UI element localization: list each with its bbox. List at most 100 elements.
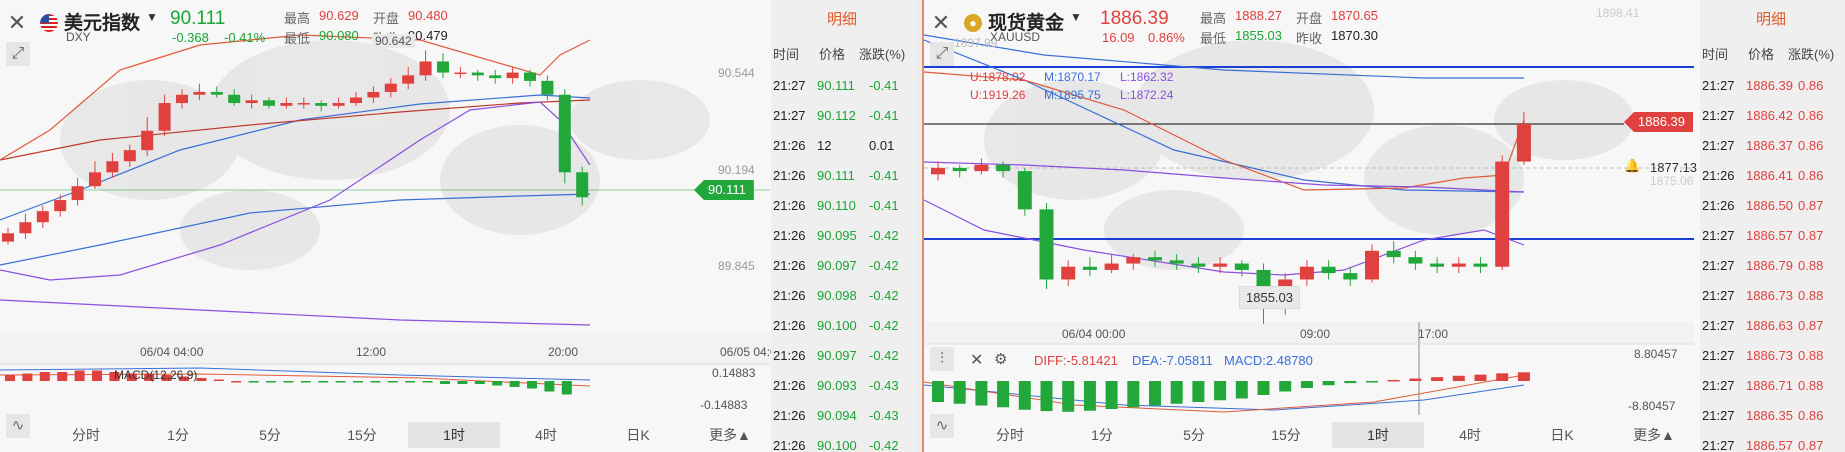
tick-price: 1886.35: [1746, 408, 1793, 423]
indicator-switch-icon[interactable]: ∿: [930, 414, 954, 438]
dxy-candle-body: [471, 72, 484, 76]
col-price: 价格: [819, 47, 846, 62]
col-pct: 涨跌(%): [1788, 47, 1835, 62]
gold-candle-body: [1343, 273, 1358, 280]
tick-price: 90.095: [817, 228, 857, 243]
macd-label[interactable]: MACD(12,26,9): [114, 368, 197, 382]
tab-4hour[interactable]: 4时: [1424, 422, 1516, 448]
gold-macd-bar: [1387, 379, 1400, 382]
tab-4hour[interactable]: 4时: [500, 422, 592, 448]
dxy-candle-body: [141, 130, 154, 151]
gold-candle-body: [1516, 124, 1531, 162]
close-indicator-icon[interactable]: ✕: [970, 350, 983, 370]
tab-1hour[interactable]: 1时: [408, 422, 500, 448]
gold-chart-svg[interactable]: [924, 0, 1694, 452]
tick-price: 1886.37: [1746, 138, 1793, 153]
tick-row: 21:26 90.094 -0.43: [771, 408, 918, 438]
tick-pct: -0.43: [869, 378, 899, 393]
col-time: 时间: [1702, 47, 1729, 62]
tick-time: 21:27: [1702, 288, 1735, 303]
tick-row: 21:27 1886.42 0.86: [1700, 108, 1845, 138]
tab-details[interactable]: 明细: [827, 8, 857, 29]
dxy-macd-bar: [231, 381, 242, 383]
open-label: 开盘: [373, 11, 400, 26]
dea-line: [0, 367, 591, 381]
indicator-settings-icon[interactable]: ⫶: [930, 347, 954, 371]
high-value: 1888.27: [1235, 8, 1282, 23]
tab-details[interactable]: 明细: [1756, 8, 1786, 29]
gold-macd-bar: [1431, 377, 1444, 381]
tab-timeshare[interactable]: 分时: [964, 422, 1056, 448]
dxy-candle-body: [106, 161, 119, 173]
dxy-macd-bar: [57, 372, 68, 381]
tick-row: 21:26 90.098 -0.42: [771, 288, 918, 318]
dxy-chart-svg[interactable]: [0, 0, 770, 452]
tick-row: 21:26 90.100 -0.42: [771, 318, 918, 348]
tick-price: 90.097: [817, 258, 857, 273]
dxy-candle-body: [367, 91, 380, 98]
gold-macd-bar: [953, 381, 966, 404]
tick-pct: -0.41: [869, 198, 899, 213]
macd-value: MACD:2.48780: [1224, 353, 1313, 368]
dxy-candle-body: [332, 103, 345, 106]
tab-1hour[interactable]: 1时: [1332, 422, 1424, 448]
tick-row: 21:27 1886.73 0.88: [1700, 348, 1845, 378]
tick-pct: 0.87: [1798, 318, 1824, 333]
gold-macd-bar: [997, 381, 1010, 408]
y-axis-label: 90.544: [718, 66, 755, 80]
dxy-macd-bar: [440, 381, 450, 384]
tab-15min[interactable]: 15分: [1240, 422, 1332, 448]
tab-more[interactable]: 更多▲: [684, 422, 776, 448]
tick-price: 90.098: [817, 288, 857, 303]
tab-5min[interactable]: 5分: [1148, 422, 1240, 448]
gold-candle-body: [1386, 250, 1401, 258]
tab-15min[interactable]: 15分: [316, 422, 408, 448]
tick-time: 21:27: [1702, 408, 1735, 423]
chevron-down-icon[interactable]: ▼: [1070, 10, 1082, 24]
macd-axis-bottom: -0.14883: [700, 398, 748, 412]
tick-pct: -0.43: [869, 408, 899, 423]
tab-daily[interactable]: 日K: [1516, 422, 1608, 448]
tick-pct: 0.86: [1798, 138, 1824, 153]
tick-price: 1886.42: [1746, 108, 1793, 123]
tab-daily[interactable]: 日K: [592, 422, 684, 448]
tab-1min[interactable]: 1分: [132, 422, 224, 448]
tick-price: 90.110: [817, 198, 856, 213]
tick-pct: 0.87: [1798, 228, 1824, 243]
tick-time: 21:27: [1702, 138, 1735, 153]
indicator-settings-icon[interactable]: ∿: [6, 414, 30, 438]
tab-timeshare[interactable]: 分时: [40, 422, 132, 448]
dxy-candle-body: [558, 94, 571, 173]
dxy-panel: ✕ 美元指数 ▼ DXY 90.111 -0.368 -0.41% 最高 90.…: [0, 0, 918, 452]
macd-axis-top: 8.80457: [1634, 347, 1678, 361]
tab-1min[interactable]: 1分: [1056, 422, 1148, 448]
dxy-candle-body: [402, 75, 415, 84]
gold-candle-body: [1213, 263, 1228, 267]
tick-pct: 0.88: [1798, 288, 1824, 303]
tick-pct: -0.42: [869, 228, 899, 243]
gear-icon[interactable]: ⚙: [994, 350, 1007, 368]
close-icon[interactable]: ✕: [930, 12, 952, 34]
bell-icon[interactable]: 🔔: [1624, 158, 1640, 174]
tab-5min[interactable]: 5分: [224, 422, 316, 448]
gold-candle-body: [1061, 266, 1076, 280]
macd-diff: DIFF:-5.81421: [1034, 353, 1118, 368]
gold-candle-body: [1495, 161, 1510, 267]
gold-candle-body: [1191, 263, 1206, 267]
dxy-candle-body: [263, 100, 275, 106]
map-blob: [180, 190, 320, 270]
tick-row: 21:26 90.111 -0.41: [771, 168, 918, 198]
gold-candle-body: [952, 167, 967, 172]
close-icon[interactable]: ✕: [6, 12, 28, 34]
expand-icon[interactable]: ⤢: [930, 42, 954, 66]
gold-candle-body: [931, 167, 945, 175]
gold-candle-body: [1104, 263, 1119, 270]
expand-icon[interactable]: ⤢: [6, 42, 30, 66]
dxy-tick-panel: 明细 时间 价格 涨跌(%) 21:27 90.111 -0.41 21:27 90.1…: [771, 0, 918, 452]
tab-more[interactable]: 更多▲: [1608, 422, 1700, 448]
dxy-candle-body: [541, 80, 554, 95]
tick-row: 21:27 1886.71 0.88: [1700, 378, 1845, 408]
chevron-down-icon[interactable]: ▼: [146, 10, 158, 24]
tick-row: 21:27 1886.39 0.86: [1700, 78, 1845, 108]
dxy-macd-bar: [92, 370, 102, 381]
